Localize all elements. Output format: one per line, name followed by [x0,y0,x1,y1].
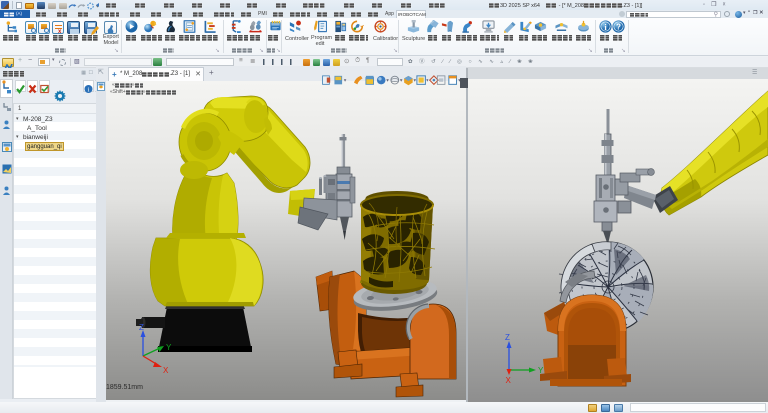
svg-text:?: ? [616,22,621,31]
svg-text:i: i [88,87,90,94]
svg-text:X: X [163,366,169,375]
svg-text:X: X [506,376,512,385]
svg-text:Z: Z [505,333,510,342]
svg-text:Y: Y [538,366,544,375]
svg-text:Z: Z [139,323,144,332]
svg-text:Y: Y [166,343,172,352]
